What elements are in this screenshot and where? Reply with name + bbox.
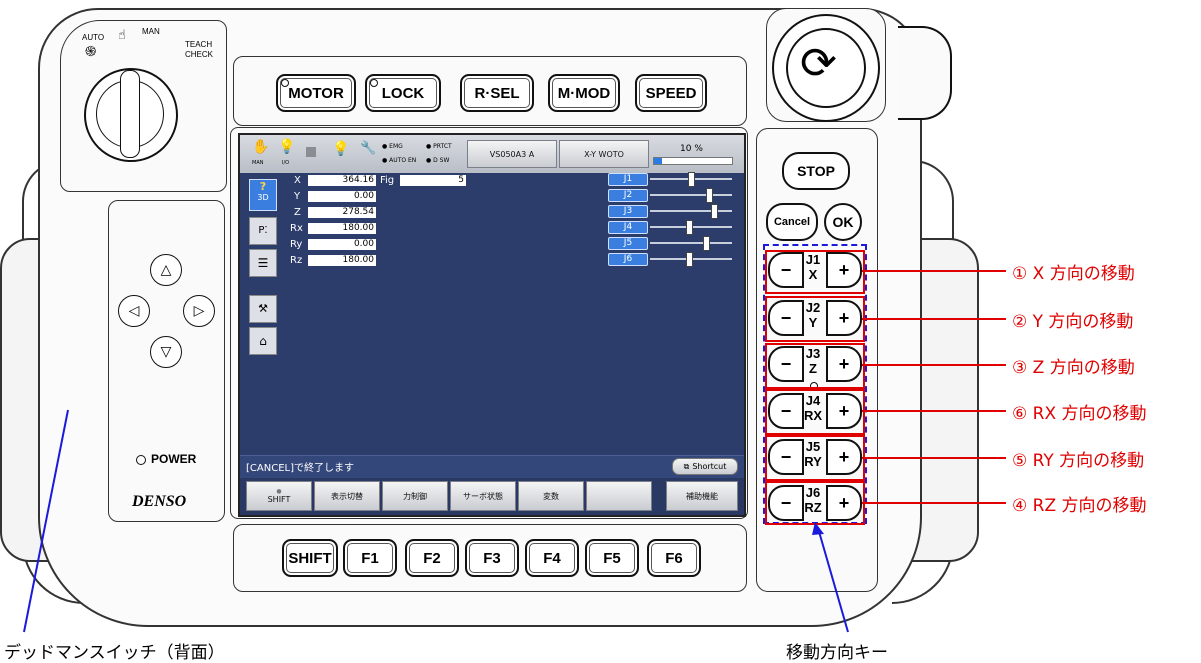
deadman-switch-annotation: デッドマンスイッチ（背面）	[4, 643, 225, 663]
deadman-pointer-line	[23, 409, 69, 633]
jog-keys-annotation: 移動方向キー	[786, 643, 888, 663]
jog-pointer-arrowhead	[812, 522, 824, 535]
annotation-pointers	[23, 409, 849, 633]
jog-pointer-line	[817, 527, 849, 633]
